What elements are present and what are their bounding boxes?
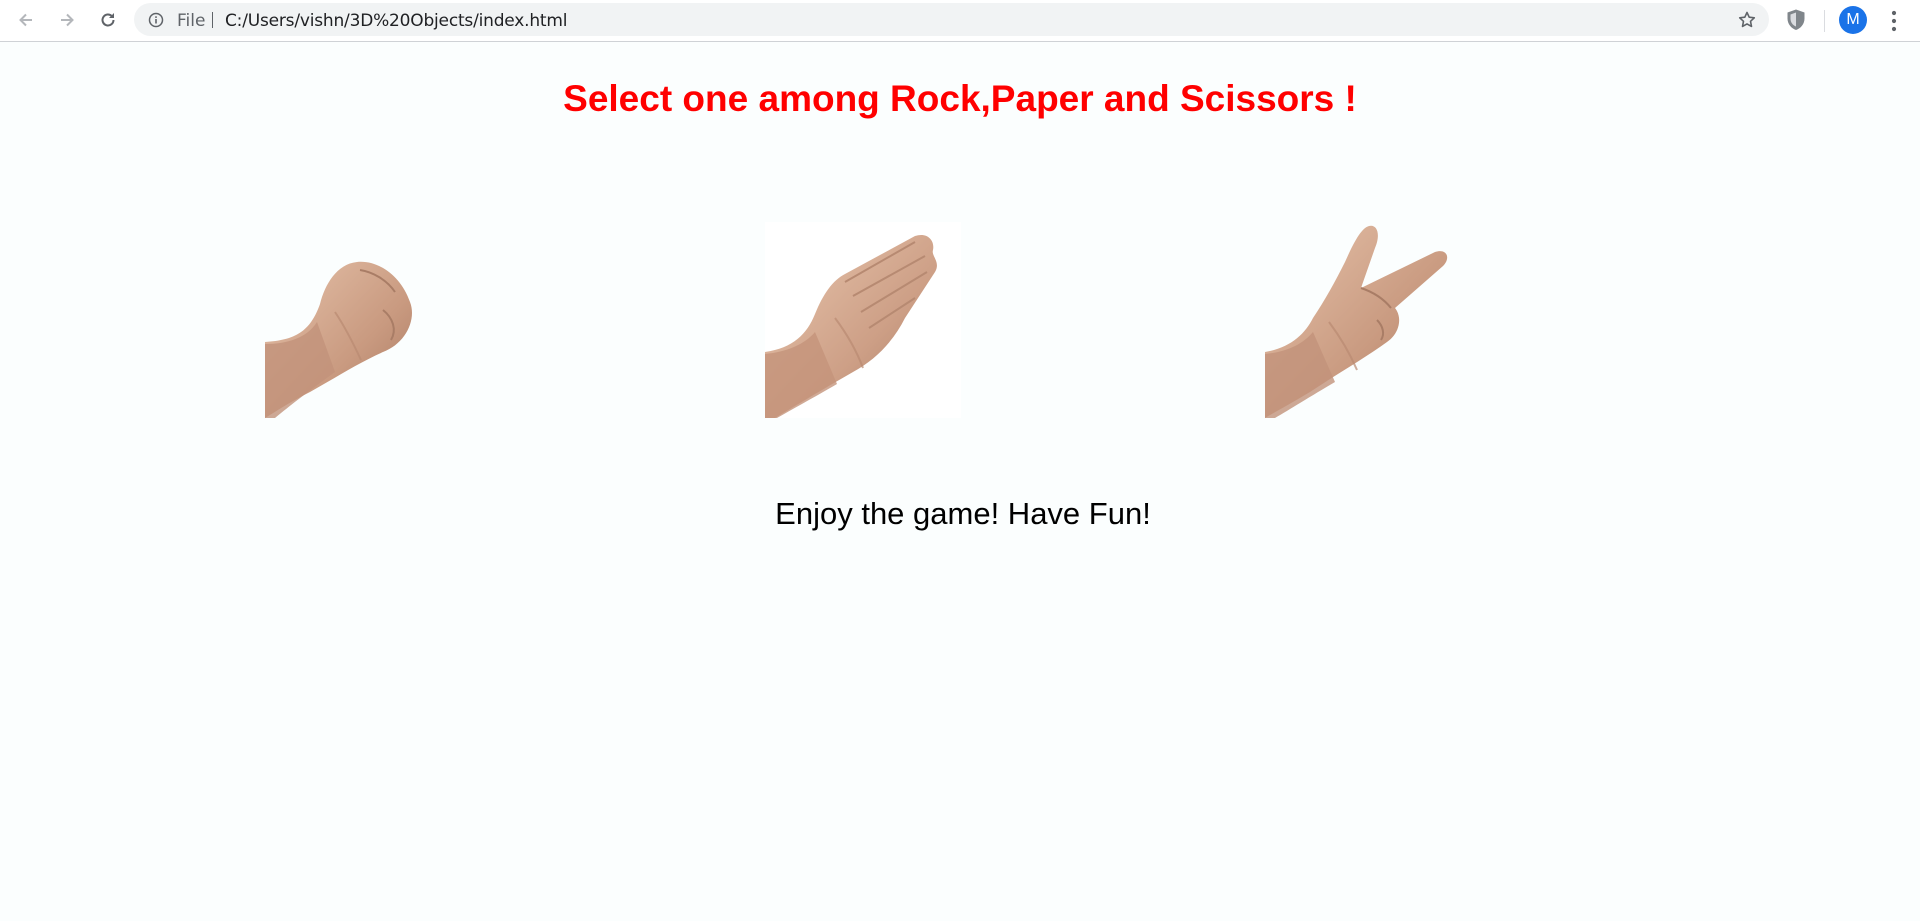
v-sign-hand-image xyxy=(1265,225,1448,418)
rock-choice[interactable] xyxy=(265,222,461,418)
footer-message: Enjoy the game! Have Fun! xyxy=(775,496,1151,531)
reload-button[interactable] xyxy=(94,6,122,34)
url-separator xyxy=(212,12,213,28)
reload-icon xyxy=(101,13,115,27)
star-icon[interactable] xyxy=(1737,10,1757,30)
arrow-right-icon xyxy=(61,13,74,27)
fist-hand-image xyxy=(265,261,412,418)
browser-toolbar: File C:/Users/vishn/3D%20Objects/index.h… xyxy=(0,0,1920,42)
url-text[interactable]: C:/Users/vishn/3D%20Objects/index.html xyxy=(225,11,567,31)
forward-button[interactable] xyxy=(53,6,81,34)
toolbar-divider xyxy=(1824,10,1825,32)
flat-hand-image xyxy=(765,234,937,418)
back-button[interactable] xyxy=(12,6,40,34)
arrow-left-icon xyxy=(19,13,32,27)
shield-icon[interactable] xyxy=(1785,8,1807,32)
paper-choice[interactable] xyxy=(765,222,961,418)
address-bar[interactable]: File C:/Users/vishn/3D%20Objects/index.h… xyxy=(134,3,1769,36)
scissors-choice[interactable] xyxy=(1265,222,1461,418)
profile-avatar[interactable]: M xyxy=(1839,6,1867,34)
url-scheme-label: File xyxy=(177,11,206,31)
kebab-menu-icon[interactable] xyxy=(1882,8,1906,34)
page-title: Select one among Rock,Paper and Scissors… xyxy=(563,78,1357,119)
info-icon[interactable] xyxy=(148,12,164,28)
